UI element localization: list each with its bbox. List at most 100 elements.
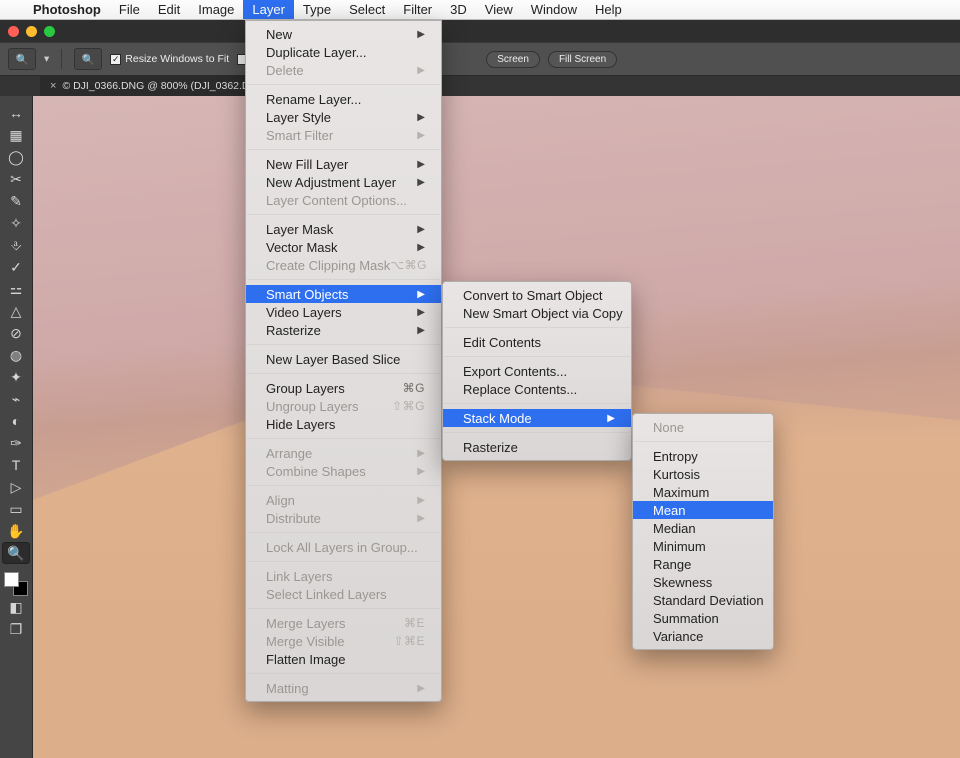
menu-item-label: Flatten Image — [266, 652, 346, 667]
stack-item-minimum[interactable]: Minimum — [633, 537, 773, 555]
smart-item-new-smart-object-via-copy[interactable]: New Smart Object via Copy — [443, 304, 631, 322]
menubar-item-view[interactable]: View — [476, 0, 522, 19]
menu-item-label: Combine Shapes — [266, 464, 366, 479]
menubar-item-help[interactable]: Help — [586, 0, 631, 19]
smart-item-replace-contents[interactable]: Replace Contents... — [443, 380, 631, 398]
menubar-item-select[interactable]: Select — [340, 0, 394, 19]
tool-14[interactable]: ◐ — [2, 410, 30, 432]
menu-item-label: New Adjustment Layer — [266, 175, 396, 190]
tool-preset-icon[interactable]: 🔍 — [74, 48, 102, 70]
smart-item-stack-mode[interactable]: Stack Mode▶ — [443, 409, 631, 427]
layer-item-vector-mask[interactable]: Vector Mask▶ — [246, 238, 441, 256]
layer-item-merge-layers: Merge Layers⌘E — [246, 614, 441, 632]
stack-item-median[interactable]: Median — [633, 519, 773, 537]
tool-16[interactable]: T — [2, 454, 30, 476]
layer-item-group-layers[interactable]: Group Layers⌘G — [246, 379, 441, 397]
submenu-arrow-icon: ▶ — [417, 242, 425, 253]
layer-item-rename-layer[interactable]: Rename Layer... — [246, 90, 441, 108]
layer-item-smart-objects[interactable]: Smart Objects▶ — [246, 285, 441, 303]
tool-20[interactable]: 🔍 — [2, 542, 30, 564]
menubar-item-3d[interactable]: 3D — [441, 0, 476, 19]
layer-item-layer-style[interactable]: Layer Style▶ — [246, 108, 441, 126]
menubar-item-type[interactable]: Type — [294, 0, 340, 19]
menu-item-label: Ungroup Layers — [266, 399, 359, 414]
separator — [247, 84, 440, 85]
resize-label: Resize Windows to Fit — [125, 53, 229, 65]
tool-2[interactable]: ◯ — [2, 146, 30, 168]
tool-18[interactable]: ▭ — [2, 498, 30, 520]
tool-3[interactable]: ✂ — [2, 168, 30, 190]
layer-item-select-linked-layers: Select Linked Layers — [246, 585, 441, 603]
stack-item-entropy[interactable]: Entropy — [633, 447, 773, 465]
current-tool-icon[interactable]: 🔍 — [8, 48, 36, 70]
menubar-item-file[interactable]: File — [110, 0, 149, 19]
layer-item-layer-mask[interactable]: Layer Mask▶ — [246, 220, 441, 238]
menu-item-label: Layer Mask — [266, 222, 333, 237]
tool-12[interactable]: ✦ — [2, 366, 30, 388]
stack-item-standard-deviation[interactable]: Standard Deviation — [633, 591, 773, 609]
menu-item-label: Convert to Smart Object — [463, 288, 602, 303]
menu-item-label: Rasterize — [463, 440, 518, 455]
menu-item-label: New Smart Object via Copy — [463, 306, 623, 321]
tool-17[interactable]: ▷ — [2, 476, 30, 498]
tool-15[interactable]: ✑ — [2, 432, 30, 454]
layer-item-new-fill-layer[interactable]: New Fill Layer▶ — [246, 155, 441, 173]
layer-item-rasterize[interactable]: Rasterize▶ — [246, 321, 441, 339]
menu-item-label: Export Contents... — [463, 364, 567, 379]
tool-13[interactable]: ⌁ — [2, 388, 30, 410]
mode-icon[interactable]: ◧ — [2, 596, 30, 618]
layer-item-flatten-image[interactable]: Flatten Image — [246, 650, 441, 668]
menubar-item-filter[interactable]: Filter — [394, 0, 441, 19]
tool-19[interactable]: ✋ — [2, 520, 30, 542]
submenu-arrow-icon: ▶ — [417, 495, 425, 506]
smart-item-rasterize[interactable]: Rasterize — [443, 438, 631, 456]
separator — [247, 438, 440, 439]
color-swatch[interactable] — [4, 572, 28, 596]
stack-item-summation[interactable]: Summation — [633, 609, 773, 627]
tool-11[interactable]: ◍ — [2, 344, 30, 366]
stack-item-variance[interactable]: Variance — [633, 627, 773, 645]
menubar-item-image[interactable]: Image — [189, 0, 243, 19]
menubar-app[interactable]: Photoshop — [24, 0, 110, 19]
tool-6[interactable]: ⎀ — [2, 234, 30, 256]
submenu-arrow-icon: ▶ — [417, 513, 425, 524]
tool-9[interactable]: △ — [2, 300, 30, 322]
smart-item-convert-to-smart-object[interactable]: Convert to Smart Object — [443, 286, 631, 304]
fill-screen-button[interactable]: Fill Screen — [548, 51, 617, 68]
screen-button[interactable]: Screen — [486, 51, 540, 68]
layer-item-hide-layers[interactable]: Hide Layers — [246, 415, 441, 433]
resize-windows-checkbox[interactable]: ✓ Resize Windows to Fit — [110, 53, 229, 65]
mode-icon[interactable]: ❐ — [2, 618, 30, 640]
layer-item-duplicate-layer[interactable]: Duplicate Layer... — [246, 43, 441, 61]
shortcut: ⌥⌘G — [390, 258, 427, 272]
tool-8[interactable]: ⚍ — [2, 278, 30, 300]
separator — [247, 149, 440, 150]
layer-item-new[interactable]: New▶ — [246, 25, 441, 43]
separator — [247, 561, 440, 562]
close-tab-icon[interactable]: × — [50, 80, 56, 92]
tool-4[interactable]: ✎ — [2, 190, 30, 212]
tool-5[interactable]: ✧ — [2, 212, 30, 234]
smart-item-export-contents[interactable]: Export Contents... — [443, 362, 631, 380]
zoom-icon[interactable] — [44, 26, 55, 37]
tool-1[interactable]: ▦ — [2, 124, 30, 146]
submenu-arrow-icon: ▶ — [417, 130, 425, 141]
minimize-icon[interactable] — [26, 26, 37, 37]
tool-0[interactable]: ↔ — [2, 102, 30, 124]
menubar-item-window[interactable]: Window — [522, 0, 586, 19]
stack-item-skewness[interactable]: Skewness — [633, 573, 773, 591]
stack-item-mean[interactable]: Mean — [633, 501, 773, 519]
tool-7[interactable]: ✓ — [2, 256, 30, 278]
menubar-item-edit[interactable]: Edit — [149, 0, 189, 19]
stack-item-range[interactable]: Range — [633, 555, 773, 573]
stack-item-maximum[interactable]: Maximum — [633, 483, 773, 501]
layer-item-video-layers[interactable]: Video Layers▶ — [246, 303, 441, 321]
separator — [247, 279, 440, 280]
smart-item-edit-contents[interactable]: Edit Contents — [443, 333, 631, 351]
stack-item-kurtosis[interactable]: Kurtosis — [633, 465, 773, 483]
menubar-item-layer[interactable]: Layer — [243, 0, 294, 19]
tool-10[interactable]: ⊘ — [2, 322, 30, 344]
layer-item-new-layer-based-slice[interactable]: New Layer Based Slice — [246, 350, 441, 368]
layer-item-new-adjustment-layer[interactable]: New Adjustment Layer▶ — [246, 173, 441, 191]
close-icon[interactable] — [8, 26, 19, 37]
